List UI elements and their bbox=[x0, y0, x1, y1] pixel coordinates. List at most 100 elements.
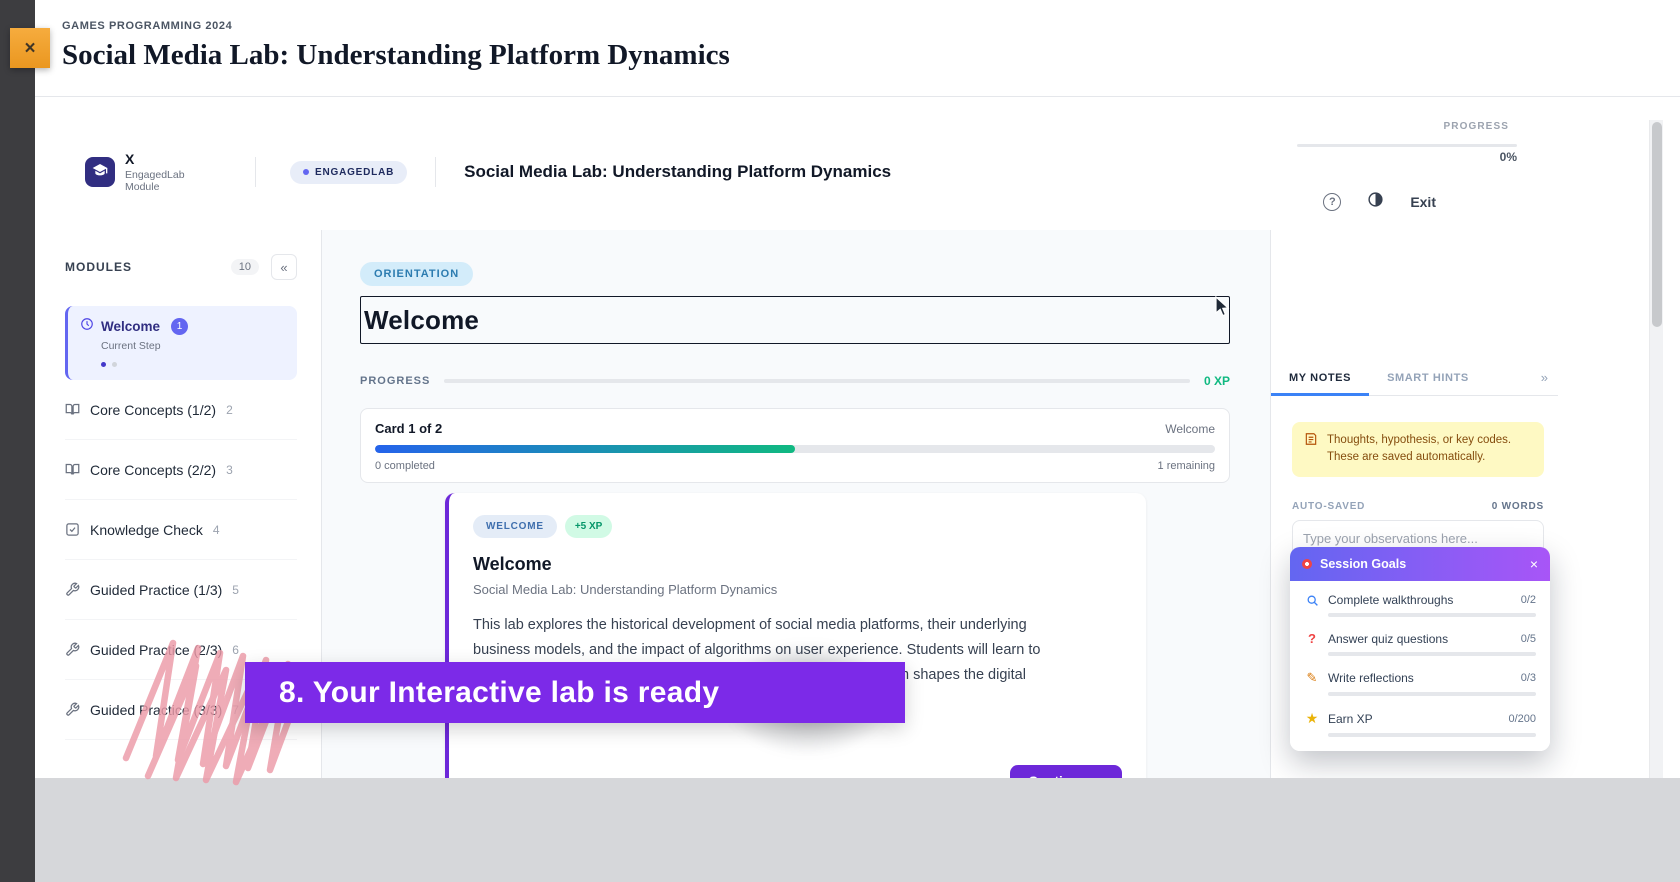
tab-smart-hints[interactable]: SMART HINTS bbox=[1369, 360, 1487, 396]
goal-label: Answer quiz questions bbox=[1328, 631, 1449, 646]
notes-tip-text: Thoughts, hypothesis, or key codes. Thes… bbox=[1327, 434, 1512, 464]
goal-progress: 0/3 bbox=[1520, 672, 1536, 684]
notes-sidebar: MY NOTES SMART HINTS » Thoughts, hypothe… bbox=[1270, 230, 1680, 778]
card-progress-track bbox=[375, 445, 1215, 453]
module-number: 6 bbox=[232, 642, 239, 657]
magnifier-icon bbox=[1304, 594, 1320, 607]
sidebar-collapse-button[interactable]: « bbox=[271, 254, 297, 280]
dot-inactive bbox=[112, 362, 117, 367]
lesson-progress-track bbox=[444, 379, 1190, 383]
close-icon: × bbox=[24, 37, 36, 59]
sidebar-item-core-concepts-2[interactable]: Core Concepts (2/2) 3 bbox=[65, 440, 297, 500]
graduation-cap-icon bbox=[92, 162, 108, 183]
vertical-scrollbar[interactable] bbox=[1649, 120, 1663, 778]
panel-expand-button[interactable]: » bbox=[1541, 370, 1548, 385]
progress-label: PROGRESS bbox=[1443, 121, 1509, 132]
engagedlab-badge-label: ENGAGEDLAB bbox=[315, 166, 395, 178]
header-actions: ? Exit bbox=[1323, 191, 1436, 213]
course-eyebrow: GAMES PROGRAMMING 2024 bbox=[62, 20, 233, 32]
exit-button[interactable]: Exit bbox=[1410, 194, 1436, 210]
dot-active bbox=[101, 362, 106, 367]
lab-header-left: X EngagedLab Module ENGAGEDLAB Social Me… bbox=[85, 151, 891, 193]
session-goals-header: Session Goals × bbox=[1290, 547, 1550, 581]
xp-counter: 0 XP bbox=[1203, 374, 1230, 388]
sidebar-item-welcome[interactable]: Welcome 1 Current Step bbox=[65, 306, 297, 380]
note-icon bbox=[1304, 432, 1318, 467]
notes-tabs: MY NOTES SMART HINTS » bbox=[1271, 360, 1558, 396]
lab-title: Social Media Lab: Understanding Platform… bbox=[464, 162, 892, 181]
goal-item: Complete walkthroughs 0/2 bbox=[1304, 593, 1536, 617]
wrench-icon bbox=[65, 642, 80, 657]
star-icon: ★ bbox=[1305, 710, 1319, 726]
module-number: 2 bbox=[226, 402, 233, 417]
goal-progress: 0/2 bbox=[1520, 594, 1536, 606]
modules-count-badge: 10 bbox=[230, 259, 259, 275]
module-label: Knowledge Check bbox=[90, 521, 203, 538]
goal-progress-track bbox=[1328, 652, 1536, 656]
scrollbar-thumb[interactable] bbox=[1652, 122, 1662, 327]
theme-toggle-button[interactable] bbox=[1367, 191, 1384, 213]
target-icon bbox=[1302, 559, 1312, 569]
card-dots bbox=[101, 362, 285, 367]
goal-item: ? Answer quiz questions 0/5 bbox=[1304, 631, 1536, 656]
sidebar-item-guided-practice-1[interactable]: Guided Practice (1/3) 5 bbox=[65, 560, 297, 620]
goal-progress-track bbox=[1328, 733, 1536, 737]
goal-label: Write reflections bbox=[1328, 671, 1414, 685]
card-progress-fill bbox=[375, 445, 795, 453]
progress-label: PROGRESS bbox=[360, 375, 431, 387]
session-goals-close-button[interactable]: × bbox=[1530, 557, 1538, 571]
overlay-close-button[interactable]: × bbox=[10, 28, 50, 68]
help-button[interactable]: ? bbox=[1323, 193, 1342, 211]
close-icon: × bbox=[1529, 556, 1538, 572]
pencil-icon: ✎ bbox=[1306, 670, 1318, 685]
current-step-label: Current Step bbox=[101, 340, 161, 352]
tab-my-notes[interactable]: MY NOTES bbox=[1271, 360, 1369, 396]
goal-item: ✎ Write reflections 0/3 bbox=[1304, 670, 1536, 696]
help-icon: ? bbox=[1328, 196, 1336, 208]
status-dot-icon bbox=[303, 169, 309, 175]
module-label: Core Concepts (2/2) bbox=[90, 461, 217, 478]
progress-track bbox=[1297, 144, 1517, 147]
goal-label: Complete walkthroughs bbox=[1328, 593, 1454, 607]
card-title: Welcome bbox=[473, 554, 552, 574]
card-current-name: Welcome bbox=[1165, 422, 1215, 436]
book-open-icon bbox=[65, 402, 80, 417]
section-badge: ORIENTATION bbox=[360, 262, 474, 286]
sidebar-item-core-concepts-1[interactable]: Core Concepts (1/2) 2 bbox=[65, 380, 297, 440]
module-number-badge: 1 bbox=[171, 318, 189, 335]
wrench-icon bbox=[65, 582, 80, 597]
lesson-heading-box: Welcome bbox=[360, 296, 1230, 344]
wrench-icon bbox=[65, 702, 80, 717]
goal-progress-track bbox=[1328, 692, 1536, 696]
module-label: Guided Practice (1/3) bbox=[90, 581, 223, 598]
session-goals-popup: Session Goals × Complete walkthroughs 0/… bbox=[1290, 547, 1550, 751]
card-progress-panel: Card 1 of 2 Welcome 0 completed 1 remain… bbox=[360, 408, 1230, 483]
check-square-icon bbox=[65, 522, 80, 537]
card-tag-badge: WELCOME bbox=[473, 515, 557, 538]
tutorial-step-banner: 8. Your Interactive lab is ready bbox=[245, 662, 905, 723]
module-label: Guided Practice (2/3) bbox=[90, 641, 223, 658]
card-position: Card 1 of 2 bbox=[375, 421, 443, 436]
module-label: Welcome bbox=[101, 319, 161, 334]
progress-percent: 0% bbox=[1499, 150, 1517, 164]
cards-completed: 0 completed bbox=[375, 460, 435, 472]
page-title: Social Media Lab: Understanding Platform… bbox=[62, 39, 730, 71]
tutorial-step-text: 8. Your Interactive lab is ready bbox=[279, 675, 720, 709]
continue-button[interactable]: Continue → bbox=[1010, 764, 1122, 778]
notes-tip: Thoughts, hypothesis, or key codes. Thes… bbox=[1292, 422, 1544, 477]
lesson-progress-row: PROGRESS 0 XP bbox=[360, 374, 1230, 388]
header-divider bbox=[435, 157, 437, 187]
word-count: 0 WORDS bbox=[1491, 500, 1544, 512]
module-label: Core Concepts (1/2) bbox=[90, 401, 217, 418]
screen-edge-strip bbox=[0, 0, 35, 882]
sidebar-item-knowledge-check[interactable]: Knowledge Check 4 bbox=[65, 500, 297, 560]
page-header: GAMES PROGRAMMING 2024 Social Media Lab:… bbox=[35, 0, 1680, 97]
module-number: 5 bbox=[232, 582, 239, 597]
chevron-double-right-icon: » bbox=[1540, 370, 1548, 385]
logo-name: X bbox=[125, 151, 135, 167]
chevron-double-left-icon: « bbox=[280, 259, 288, 275]
module-label: Guided Practice (3/3) bbox=[90, 701, 223, 718]
lesson-heading: Welcome bbox=[364, 304, 480, 335]
logo-subtitle: EngagedLab Module bbox=[125, 169, 185, 193]
goal-label: Earn XP bbox=[1328, 711, 1373, 726]
